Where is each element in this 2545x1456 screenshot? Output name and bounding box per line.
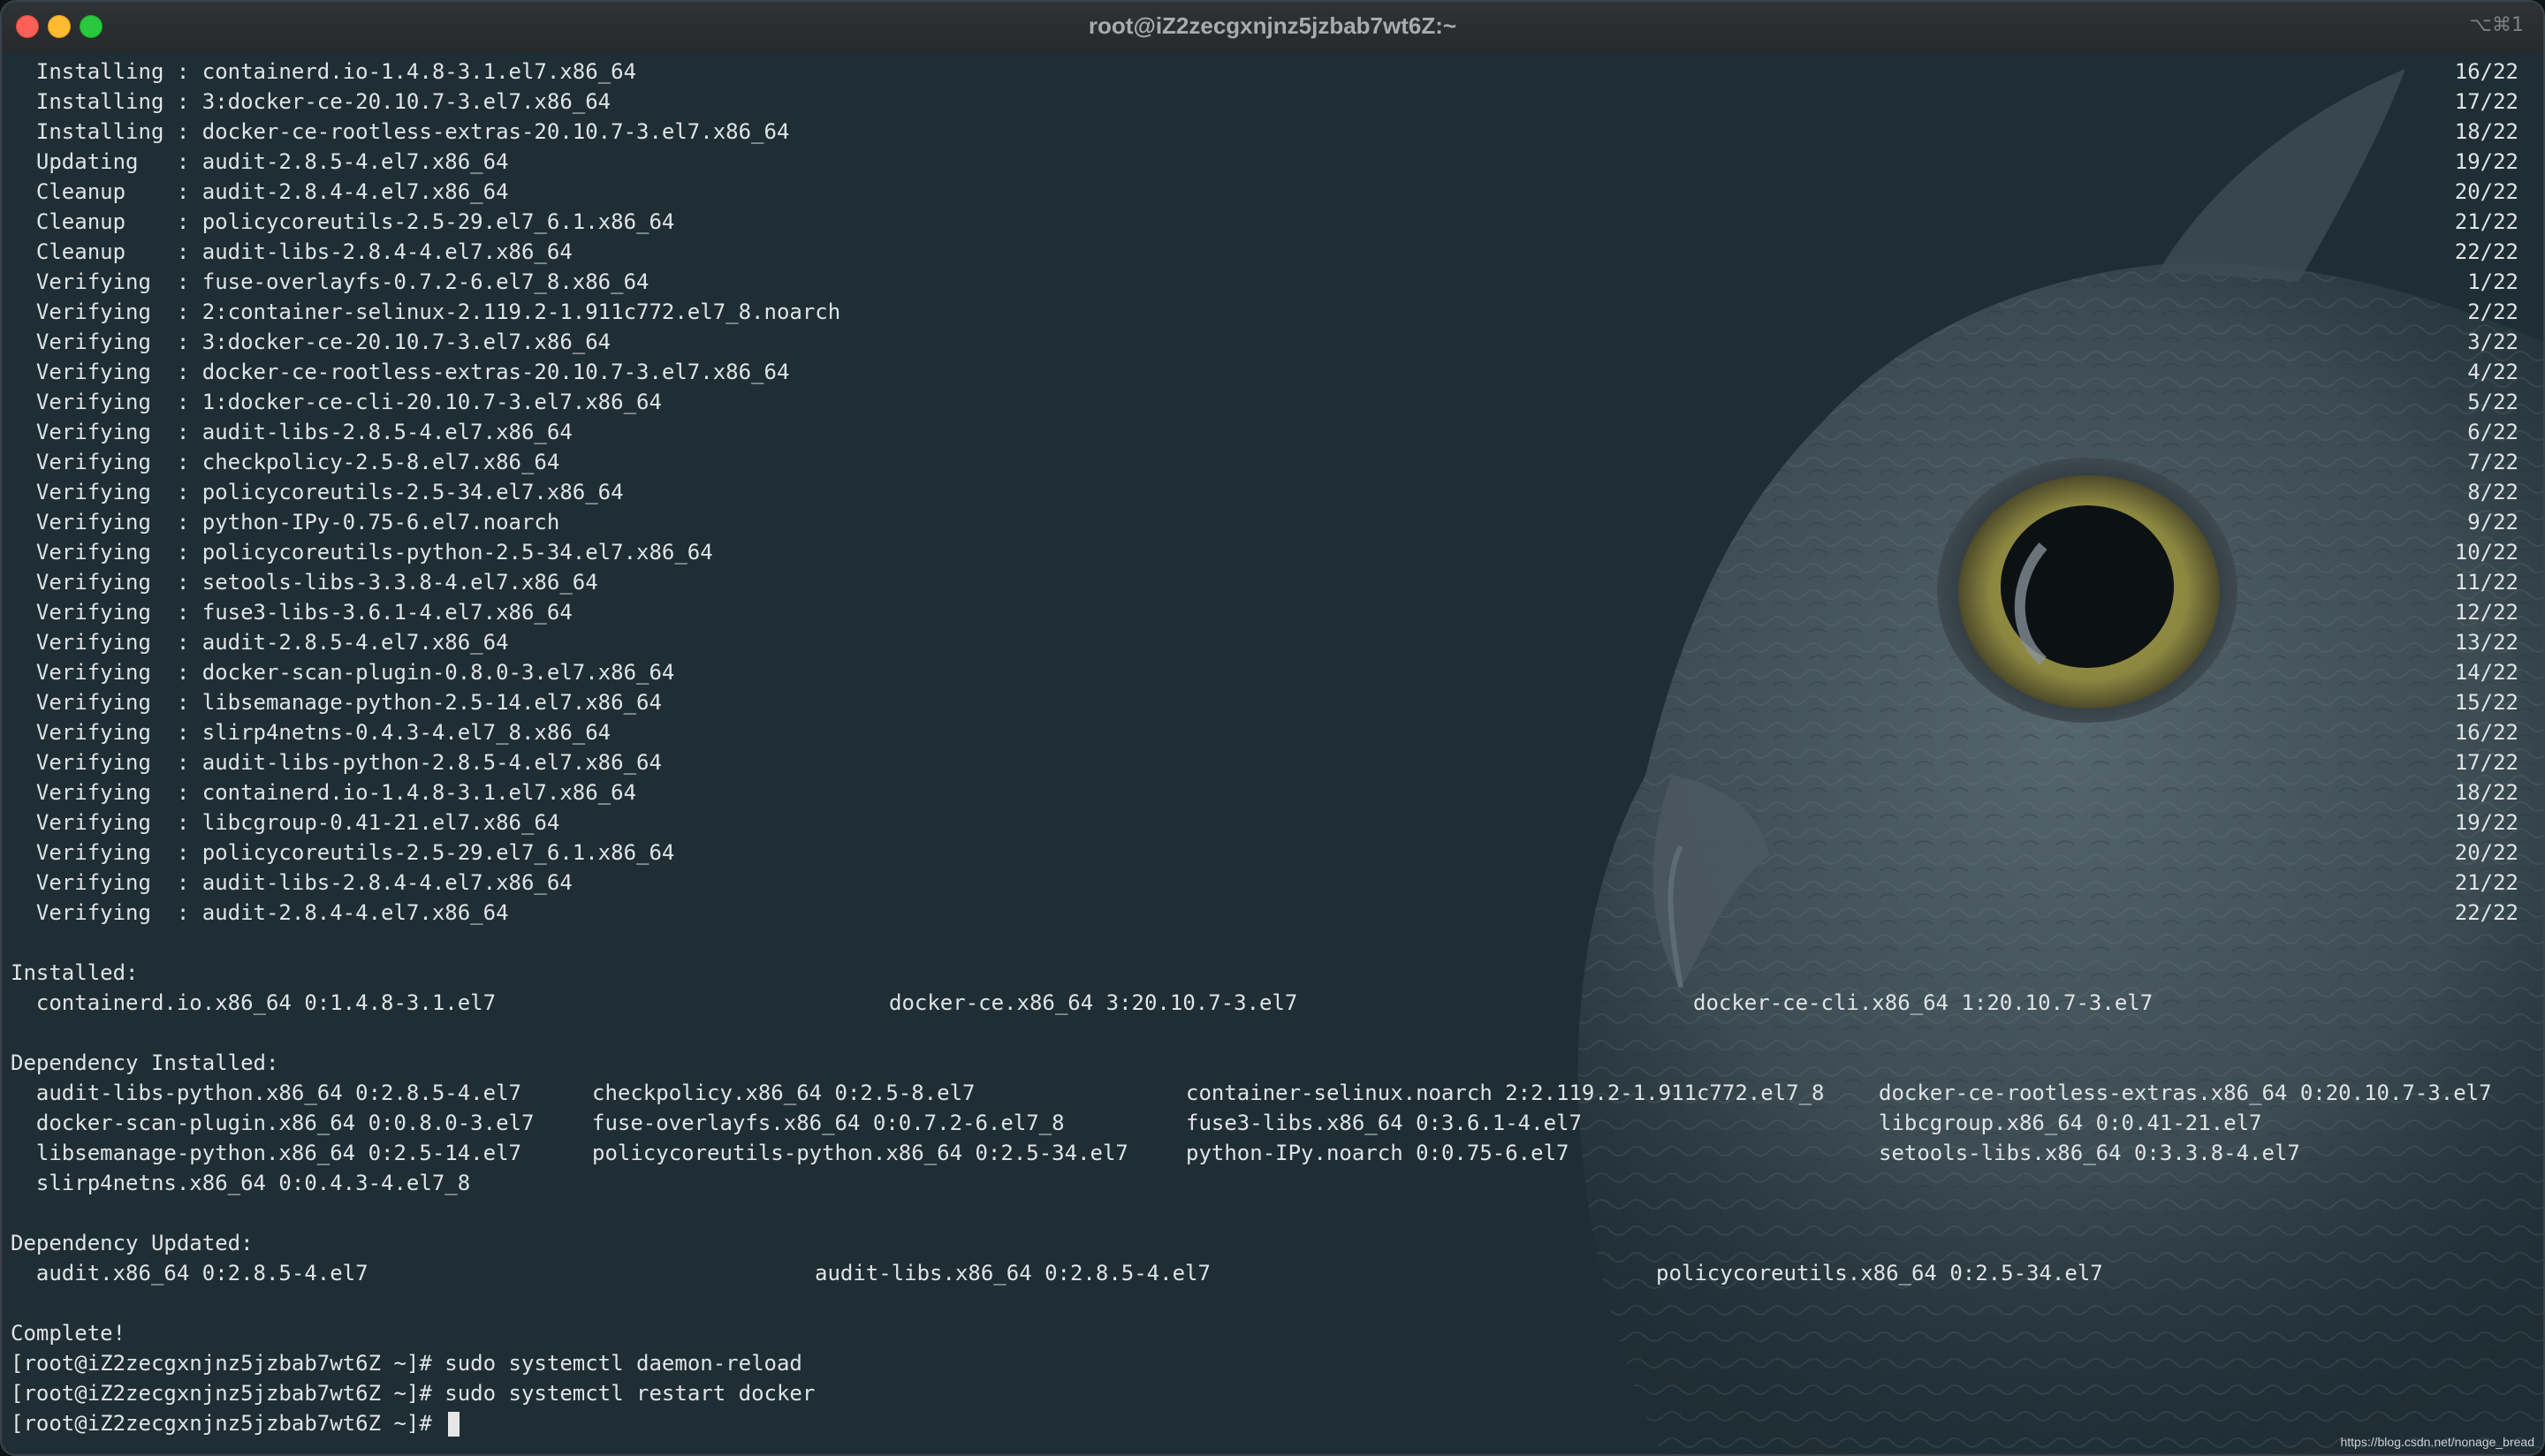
transaction-line: Cleanup : audit-2.8.4-4.el7.x86_64 bbox=[11, 179, 509, 204]
transaction-line: Installing : containerd.io-1.4.8-3.1.el7… bbox=[11, 59, 637, 84]
transaction-line: Installing : docker-ce-rootless-extras-2… bbox=[11, 119, 790, 144]
dependency-installed-package: docker-scan-plugin.x86_64 0:0.8.0-3.el7 bbox=[11, 1111, 535, 1135]
watermark-text: https://blog.csdn.net/nonage_bread bbox=[2340, 1435, 2534, 1449]
dependency-installed-package: docker-ce-rootless-extras.x86_64 0:20.10… bbox=[1879, 1081, 2492, 1105]
dependency-installed-package: libsemanage-python.x86_64 0:2.5-14.el7 bbox=[11, 1141, 521, 1165]
transaction-line: Verifying : audit-libs-python-2.8.5-4.el… bbox=[11, 750, 662, 775]
transaction-line: Updating : audit-2.8.5-4.el7.x86_64 bbox=[11, 149, 509, 174]
dependency-updated-package: audit-libs.x86_64 0:2.8.5-4.el7 bbox=[815, 1261, 1211, 1285]
transaction-line: Verifying : audit-2.8.5-4.el7.x86_64 bbox=[11, 630, 509, 655]
dependency-updated-package: audit.x86_64 0:2.8.5-4.el7 bbox=[11, 1261, 368, 1285]
transaction-progress: 9/22 bbox=[2467, 510, 2518, 535]
dependency-installed-package: python-IPy.noarch 0:0.75-6.el7 bbox=[1186, 1141, 1569, 1165]
transaction-line: Cleanup : policycoreutils-2.5-29.el7_6.1… bbox=[11, 209, 675, 234]
dependency-installed-package: fuse-overlayfs.x86_64 0:0.7.2-6.el7_8 bbox=[592, 1111, 1065, 1135]
terminal-output[interactable]: Installing : containerd.io-1.4.8-3.1.el7… bbox=[2, 51, 2543, 1454]
transaction-line: Verifying : checkpolicy-2.5-8.el7.x86_64 bbox=[11, 450, 560, 474]
transaction-progress: 2/22 bbox=[2467, 300, 2518, 324]
transaction-progress: 6/22 bbox=[2467, 420, 2518, 444]
transaction-line: Verifying : audit-libs-2.8.5-4.el7.x86_6… bbox=[11, 420, 573, 444]
dependency-installed-package: setools-libs.x86_64 0:3.3.8-4.el7 bbox=[1879, 1141, 2300, 1165]
dependency-installed-package: policycoreutils-python.x86_64 0:2.5-34.e… bbox=[592, 1141, 1128, 1165]
window-title: root@iZ2zecgxnjnz5jzbab7wt6Z:~ bbox=[1088, 12, 1457, 39]
command-line: [root@iZ2zecgxnjnz5jzbab7wt6Z ~]# sudo s… bbox=[11, 1378, 815, 1408]
transaction-line: Verifying : 2:container-selinux-2.119.2-… bbox=[11, 300, 841, 324]
transaction-line: Installing : 3:docker-ce-20.10.7-3.el7.x… bbox=[11, 89, 612, 114]
transaction-line: Verifying : 3:docker-ce-20.10.7-3.el7.x8… bbox=[11, 330, 612, 354]
transaction-progress: 18/22 bbox=[2454, 780, 2518, 805]
transaction-line: Verifying : 1:docker-ce-cli-20.10.7-3.el… bbox=[11, 390, 662, 414]
installed-package: docker-ce-cli.x86_64 1:20.10.7-3.el7 bbox=[1693, 990, 2154, 1015]
transaction-progress: 13/22 bbox=[2454, 630, 2518, 655]
transaction-line: Verifying : setools-libs-3.3.8-4.el7.x86… bbox=[11, 570, 598, 595]
transaction-line: Verifying : docker-scan-plugin-0.8.0-3.e… bbox=[11, 660, 675, 685]
transaction-progress: 15/22 bbox=[2454, 690, 2518, 715]
transaction-progress: 22/22 bbox=[2454, 900, 2518, 925]
dependency-installed-package: libcgroup.x86_64 0:0.41-21.el7 bbox=[1879, 1111, 2262, 1135]
installed-package: containerd.io.x86_64 0:1.4.8-3.1.el7 bbox=[11, 990, 497, 1015]
transaction-line: Verifying : policycoreutils-python-2.5-3… bbox=[11, 540, 713, 565]
transaction-progress: 20/22 bbox=[2454, 179, 2518, 204]
shell-prompt: [root@iZ2zecgxnjnz5jzbab7wt6Z ~]# bbox=[11, 1351, 445, 1376]
command-line: [root@iZ2zecgxnjnz5jzbab7wt6Z ~]# sudo s… bbox=[11, 1348, 802, 1378]
transaction-line: Verifying : python-IPy-0.75-6.el7.noarch bbox=[11, 510, 560, 535]
transaction-progress: 11/22 bbox=[2454, 570, 2518, 595]
transaction-progress: 14/22 bbox=[2454, 660, 2518, 685]
terminal-window: root@iZ2zecgxnjnz5jzbab7wt6Z:~ ⌥⌘1 Insta… bbox=[0, 0, 2545, 1456]
dependency-installed-package: audit-libs-python.x86_64 0:2.8.5-4.el7 bbox=[11, 1081, 521, 1105]
transaction-progress: 5/22 bbox=[2467, 390, 2518, 414]
transaction-line: Verifying : audit-2.8.4-4.el7.x86_64 bbox=[11, 900, 509, 925]
transaction-progress: 16/22 bbox=[2454, 720, 2518, 745]
dependency-installed-package: checkpolicy.x86_64 0:2.5-8.el7 bbox=[592, 1081, 976, 1105]
installed-header: Installed: bbox=[11, 960, 139, 985]
dependency-updated-package: policycoreutils.x86_64 0:2.5-34.el7 bbox=[1656, 1261, 2103, 1285]
transaction-line: Verifying : libcgroup-0.41-21.el7.x86_64 bbox=[11, 810, 560, 835]
transaction-progress: 8/22 bbox=[2467, 480, 2518, 504]
transaction-progress: 3/22 bbox=[2467, 330, 2518, 354]
transaction-line: Verifying : docker-ce-rootless-extras-20… bbox=[11, 360, 790, 384]
transaction-line: Verifying : policycoreutils-2.5-34.el7.x… bbox=[11, 480, 624, 504]
transaction-progress: 21/22 bbox=[2454, 209, 2518, 234]
transaction-line: Verifying : libsemanage-python-2.5-14.el… bbox=[11, 690, 662, 715]
transaction-progress: 18/22 bbox=[2454, 119, 2518, 144]
transaction-line: Verifying : fuse-overlayfs-0.7.2-6.el7_8… bbox=[11, 269, 650, 294]
transaction-progress: 17/22 bbox=[2454, 750, 2518, 775]
transaction-line: Verifying : containerd.io-1.4.8-3.1.el7.… bbox=[11, 780, 637, 805]
shell-prompt: [root@iZ2zecgxnjnz5jzbab7wt6Z ~]# bbox=[11, 1411, 445, 1436]
transaction-progress: 7/22 bbox=[2467, 450, 2518, 474]
shell-prompt: [root@iZ2zecgxnjnz5jzbab7wt6Z ~]# bbox=[11, 1381, 445, 1406]
dependency-updated-header: Dependency Updated: bbox=[11, 1231, 254, 1255]
transaction-progress: 19/22 bbox=[2454, 149, 2518, 174]
transaction-progress: 4/22 bbox=[2467, 360, 2518, 384]
dependency-installed-package: fuse3-libs.x86_64 0:3.6.1-4.el7 bbox=[1186, 1111, 1582, 1135]
command-text: sudo systemctl restart docker bbox=[444, 1381, 816, 1406]
transaction-line: Verifying : audit-libs-2.8.4-4.el7.x86_6… bbox=[11, 870, 573, 895]
dependency-installed-package: slirp4netns.x86_64 0:0.4.3-4.el7_8 bbox=[11, 1171, 471, 1195]
dependency-installed-header: Dependency Installed: bbox=[11, 1050, 279, 1075]
transaction-progress: 10/22 bbox=[2454, 540, 2518, 565]
transaction-progress: 22/22 bbox=[2454, 239, 2518, 264]
transaction-line: Verifying : fuse3-libs-3.6.1-4.el7.x86_6… bbox=[11, 600, 573, 625]
transaction-progress: 21/22 bbox=[2454, 870, 2518, 895]
transaction-line: Verifying : slirp4netns-0.4.3-4.el7_8.x8… bbox=[11, 720, 612, 745]
command-text: sudo systemctl daemon-reload bbox=[444, 1351, 802, 1376]
title-bar[interactable]: root@iZ2zecgxnjnz5jzbab7wt6Z:~ ⌥⌘1 bbox=[2, 2, 2543, 53]
dependency-installed-package: container-selinux.noarch 2:2.119.2-1.911… bbox=[1186, 1081, 1825, 1105]
text-cursor[interactable] bbox=[448, 1412, 460, 1437]
active-prompt-line[interactable]: [root@iZ2zecgxnjnz5jzbab7wt6Z ~]# bbox=[11, 1408, 460, 1438]
transaction-progress: 12/22 bbox=[2454, 600, 2518, 625]
transaction-progress: 20/22 bbox=[2454, 840, 2518, 865]
transaction-progress: 16/22 bbox=[2454, 59, 2518, 84]
transaction-line: Cleanup : audit-libs-2.8.4-4.el7.x86_64 bbox=[11, 239, 573, 264]
transaction-line: Verifying : policycoreutils-2.5-29.el7_6… bbox=[11, 840, 675, 865]
installed-package: docker-ce.x86_64 3:20.10.7-3.el7 bbox=[889, 990, 1298, 1015]
tab-shortcut: ⌥⌘1 bbox=[2469, 14, 2524, 36]
transaction-progress: 19/22 bbox=[2454, 810, 2518, 835]
transaction-progress: 17/22 bbox=[2454, 89, 2518, 114]
transaction-progress: 1/22 bbox=[2467, 269, 2518, 294]
complete-message: Complete! bbox=[11, 1321, 126, 1346]
